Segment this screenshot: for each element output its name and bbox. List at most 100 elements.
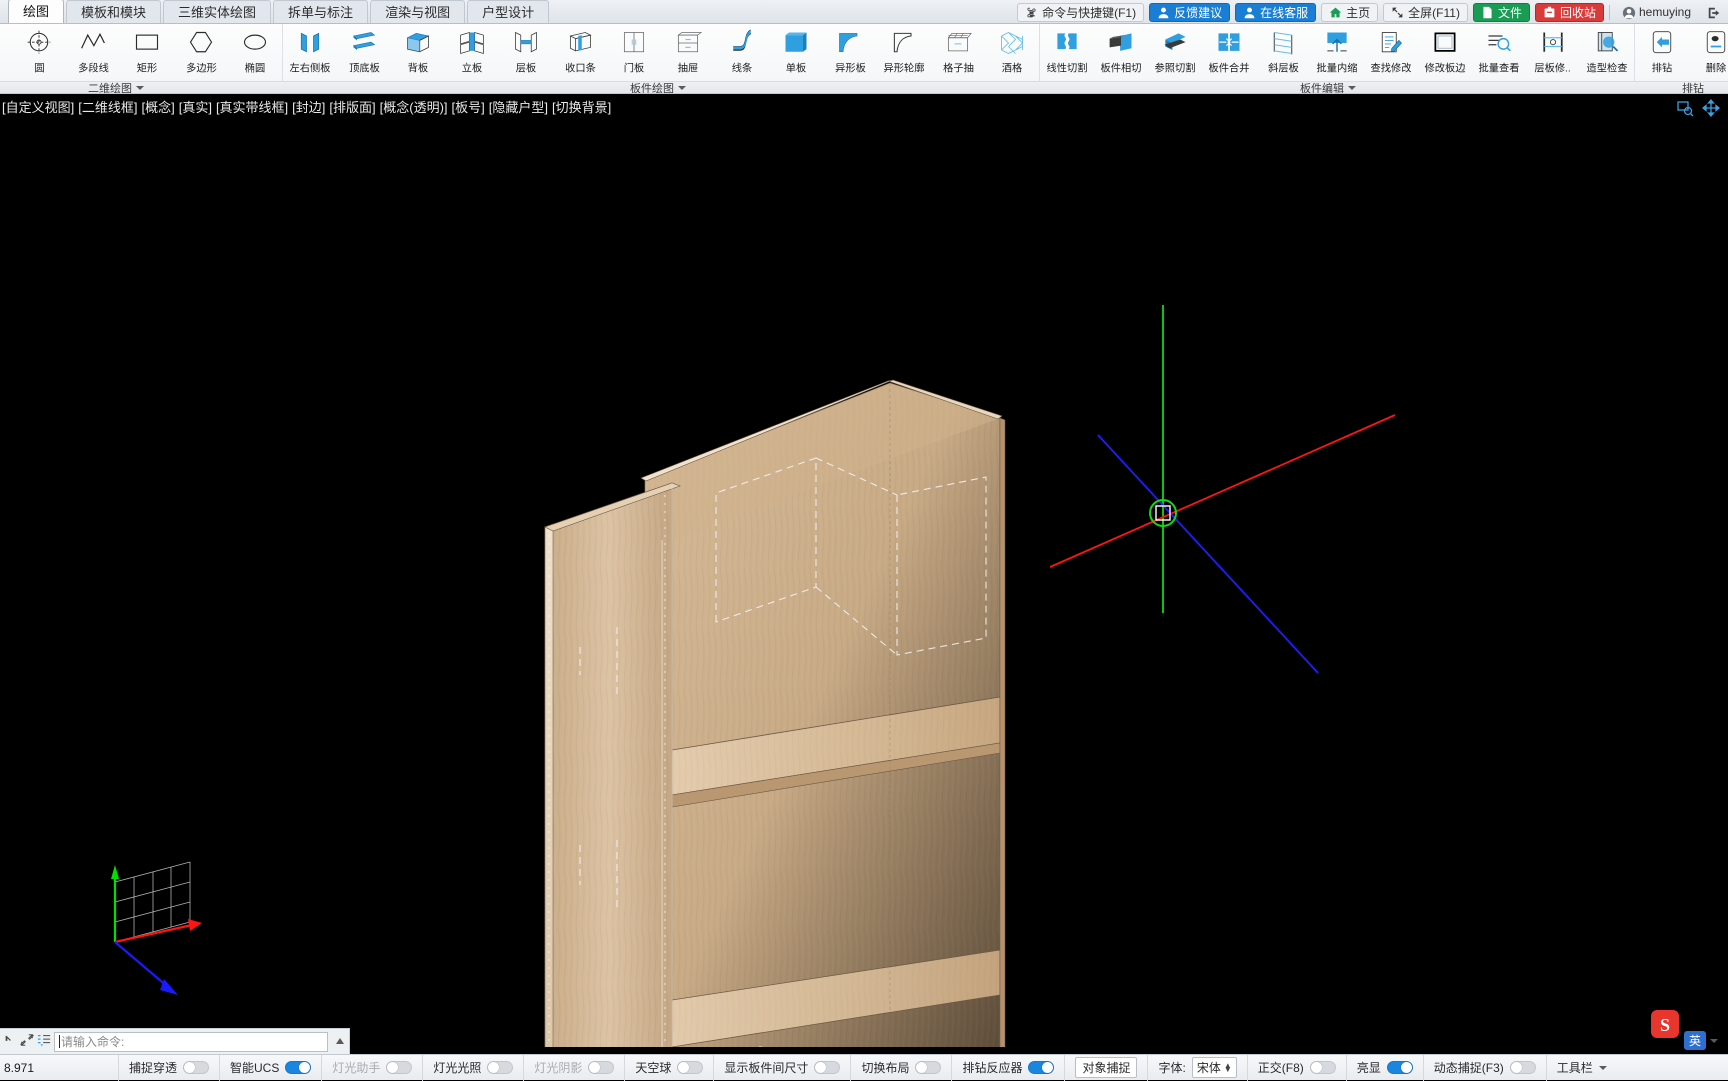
light-illumination-toggle[interactable]: [487, 1061, 513, 1074]
tool-circle[interactable]: 圆: [12, 24, 66, 82]
status-label: 亮显: [1357, 1059, 1381, 1076]
tool-top-bottom-panel[interactable]: 顶底板: [337, 24, 391, 82]
chevron-down-icon[interactable]: [1348, 86, 1356, 90]
tool-back-panel[interactable]: 背板: [391, 24, 445, 82]
tool-polygon[interactable]: 多边形: [174, 24, 228, 82]
home-button[interactable]: 主页: [1321, 3, 1378, 22]
status-font[interactable]: 字体: 宋体 ▲▼: [1147, 1055, 1246, 1081]
chevron-down-icon[interactable]: [1599, 1066, 1607, 1070]
user-account[interactable]: hemuying: [1615, 3, 1698, 22]
status-snap-through[interactable]: 捕捉穿透: [118, 1055, 219, 1081]
status-switch-layout[interactable]: 切换布局: [850, 1055, 951, 1081]
tool-slanted-shelf[interactable]: 斜层板: [1256, 24, 1310, 82]
tool-find-modify[interactable]: 查找修改: [1364, 24, 1418, 82]
tab-drawing[interactable]: 绘图: [8, 0, 64, 23]
status-light-helper[interactable]: 灯光助手: [321, 1055, 422, 1081]
group-title-drilling[interactable]: 排钻: [1682, 80, 1704, 95]
group-title-2d[interactable]: 二维绘图: [88, 80, 144, 95]
tool-drill[interactable]: 排钻: [1635, 24, 1689, 82]
switch-layout-toggle[interactable]: [915, 1061, 941, 1074]
tool-moulding[interactable]: 线条: [715, 24, 769, 82]
tool-grid-drawer[interactable]: 格子抽: [931, 24, 985, 82]
title-bar-actions: 命令与快捷键(F1) 反馈建议 在线客服 主页: [1017, 0, 1728, 24]
light-shadow-toggle[interactable]: [588, 1061, 614, 1074]
fullscreen-button[interactable]: 全屏(F11): [1383, 3, 1468, 22]
tool-vertical-panel[interactable]: 立板: [445, 24, 499, 82]
tool-panel-tangent[interactable]: 板件相切: [1094, 24, 1148, 82]
status-object-snap[interactable]: 对象捕捉: [1064, 1055, 1147, 1081]
status-smart-ucs[interactable]: 智能UCS: [219, 1055, 321, 1081]
tool-rectangle[interactable]: 矩形: [120, 24, 174, 82]
tool-shaped-panel[interactable]: 异形板: [823, 24, 877, 82]
cmd-scroll-up-icon[interactable]: [331, 1035, 349, 1049]
status-highlight[interactable]: 亮显: [1346, 1055, 1423, 1081]
font-select[interactable]: 宋体 ▲▼: [1192, 1057, 1237, 1078]
light-helper-toggle[interactable]: [386, 1061, 412, 1074]
logout-button[interactable]: [1703, 3, 1724, 22]
highlight-toggle[interactable]: [1387, 1061, 1413, 1074]
dynamic-snap-toggle[interactable]: [1510, 1061, 1536, 1074]
status-drill-reactor[interactable]: 排钻反应器: [951, 1055, 1064, 1081]
chevron-down-icon[interactable]: [136, 86, 144, 90]
tab-3d-solid[interactable]: 三维实体绘图: [163, 0, 271, 23]
tool-batch-view[interactable]: 批量查看: [1472, 24, 1526, 82]
recycle-bin-button[interactable]: 回收站: [1535, 3, 1604, 22]
tool-shape-check[interactable]: 造型检查: [1580, 24, 1634, 82]
group-title-panel-draw[interactable]: 板件绘图: [630, 80, 686, 95]
chevron-down-icon[interactable]: [1710, 1039, 1718, 1043]
show-panel-dimension-toggle[interactable]: [814, 1061, 840, 1074]
tool-batch-inset[interactable]: 批量内缩: [1310, 24, 1364, 82]
chevron-down-icon[interactable]: [678, 86, 686, 90]
tool-shelf-panel[interactable]: 层板: [499, 24, 553, 82]
cmd-expand-icon[interactable]: [20, 1033, 34, 1050]
moulding-icon: [726, 28, 758, 58]
tool-label: 板件相切: [1101, 61, 1142, 76]
tool-door-panel[interactable]: 门板: [607, 24, 661, 82]
tool-shaped-outline[interactable]: 异形轮廓: [877, 24, 931, 82]
tool-reference-cut[interactable]: 参照切割: [1148, 24, 1202, 82]
tab-floorplan[interactable]: 户型设计: [467, 0, 549, 23]
tool-polyline[interactable]: 多段线: [66, 24, 120, 82]
feedback-button[interactable]: 反馈建议: [1149, 3, 1230, 22]
tab-render-view[interactable]: 渲染与视图: [370, 0, 465, 23]
group-title-panel-edit[interactable]: 板件编辑: [1300, 80, 1356, 95]
object-snap-button[interactable]: 对象捕捉: [1075, 1057, 1137, 1078]
status-show-panel-dimension[interactable]: 显示板件间尺寸: [713, 1055, 850, 1081]
online-service-button[interactable]: 在线客服: [1235, 3, 1316, 22]
drawing-canvas[interactable]: [自定义视图] [二维线框] [概念] [真实] [真实带线框] [封边] [排…: [0, 95, 1728, 1047]
sky-sphere-toggle[interactable]: [677, 1061, 703, 1074]
command-input[interactable]: 请输入命令:: [54, 1032, 328, 1052]
command-shortcuts-button[interactable]: 命令与快捷键(F1): [1017, 3, 1144, 22]
tool-linear-cut[interactable]: 线性切割: [1040, 24, 1094, 82]
status-ortho[interactable]: 正交(F8): [1247, 1055, 1346, 1081]
tool-panel-merge[interactable]: 板件合并: [1202, 24, 1256, 82]
tool-trim-strip[interactable]: 收口条: [553, 24, 607, 82]
spinner-icon[interactable]: ▲▼: [1224, 1064, 1232, 1072]
tab-split-annotate[interactable]: 拆单与标注: [273, 0, 368, 23]
snap-through-toggle[interactable]: [183, 1061, 209, 1074]
tool-shelf-modify[interactable]: 层板修..: [1526, 24, 1580, 82]
smart-ucs-toggle[interactable]: [285, 1061, 311, 1074]
status-dynamic-snap[interactable]: 动态捕捉(F3): [1423, 1055, 1546, 1081]
cmd-autocomplete-icon[interactable]: [37, 1033, 51, 1050]
tool-delete-drill[interactable]: 删除: [1689, 24, 1728, 82]
tab-templates[interactable]: 模板和模块: [66, 0, 161, 23]
drill-reactor-toggle[interactable]: [1028, 1061, 1054, 1074]
file-button[interactable]: 文件: [1473, 3, 1530, 22]
status-light-illumination[interactable]: 灯光光照: [422, 1055, 523, 1081]
tool-single-panel[interactable]: 单板: [769, 24, 823, 82]
status-light-shadow[interactable]: 灯光阴影: [523, 1055, 624, 1081]
tool-wine-rack[interactable]: 酒格: [985, 24, 1039, 82]
cabinet-3d-model[interactable]: [0, 95, 1728, 1047]
status-sky-sphere[interactable]: 天空球: [624, 1055, 713, 1081]
ime-indicator[interactable]: 英: [1684, 1031, 1718, 1050]
tool-drawer[interactable]: 抽屉: [661, 24, 715, 82]
cmd-history-icon[interactable]: [3, 1033, 17, 1050]
tool-ellipse[interactable]: 椭圆: [228, 24, 282, 82]
file-icon: [1481, 6, 1494, 19]
command-icon: [1025, 6, 1038, 19]
status-toolbar[interactable]: 工具栏: [1546, 1055, 1617, 1081]
ortho-toggle[interactable]: [1310, 1061, 1336, 1074]
tool-side-panel[interactable]: 左右侧板: [283, 24, 337, 82]
tool-edit-panel-edge[interactable]: 修改板边: [1418, 24, 1472, 82]
